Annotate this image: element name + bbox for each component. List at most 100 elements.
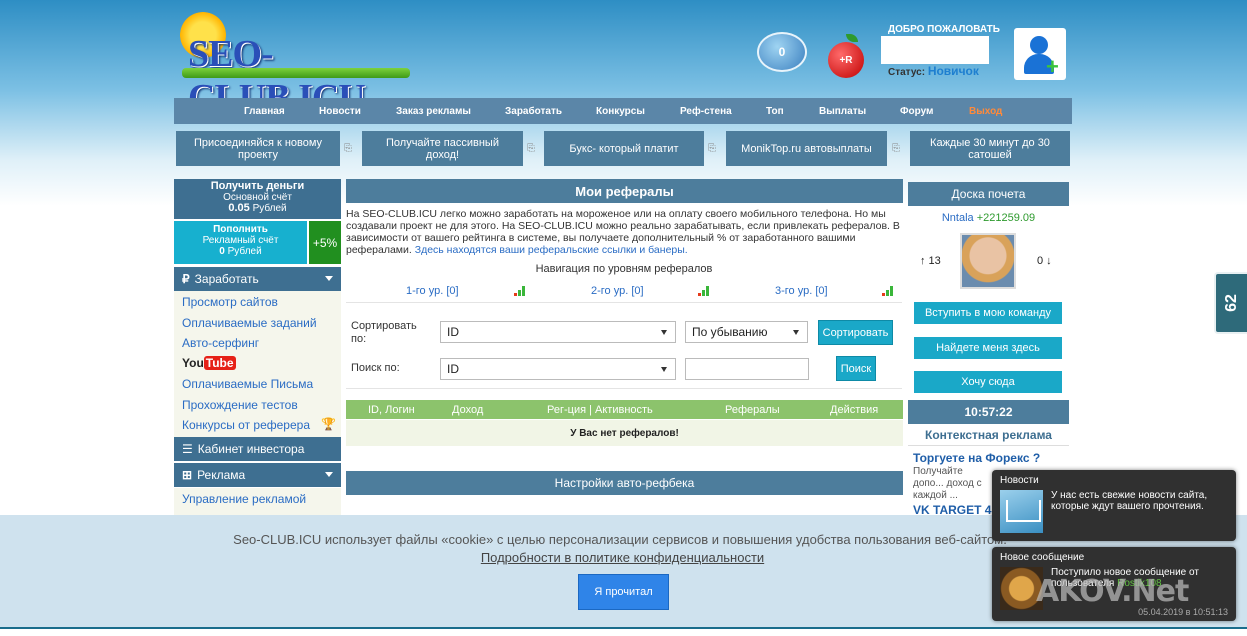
grass-decoration: [182, 68, 410, 78]
nav-news[interactable]: Новости: [319, 106, 361, 117]
news-toast-text: У нас есть свежие новости сайта, которые…: [1051, 490, 1208, 512]
sort-button[interactable]: Сортировать: [818, 320, 893, 345]
search-button[interactable]: Поиск: [836, 356, 876, 381]
ads-section-header[interactable]: ⊞ Реклама: [174, 463, 341, 487]
news-toast[interactable]: Новости У нас есть свежие новости сайта,…: [992, 470, 1236, 541]
watermark: AKOV.Net: [1036, 574, 1189, 609]
link-paid-letters[interactable]: Оплачиваемые Письма: [182, 377, 313, 391]
ad-forex-text: Получайте допо... доход с каждой ...: [913, 466, 982, 501]
promo-3[interactable]: Букс- который платит: [544, 131, 704, 166]
get-money-box[interactable]: Получить деньги Основной счёт 0.05 Рубле…: [174, 179, 341, 219]
leaf-icon: [846, 34, 858, 42]
up-count: ↑ 13: [920, 255, 941, 267]
level-1-bars-icon: [514, 286, 526, 296]
status-label: Статус:: [888, 67, 926, 78]
site-logo[interactable]: SEO-CLUB.ICU: [178, 12, 410, 119]
ad-account-label: Рекламный счёт: [202, 235, 279, 246]
nav-logout[interactable]: Выход: [969, 106, 1002, 117]
col-income: Доход: [452, 404, 484, 416]
user-status: Статус: Новичок: [888, 64, 979, 78]
topup-box[interactable]: Пополнить Рекламный счёт 0 Рублей: [174, 221, 307, 264]
get-money-title: Получить деньги: [210, 180, 305, 192]
side-counter-tab[interactable]: 62: [1214, 272, 1247, 334]
link-icon: ⎘: [344, 143, 352, 154]
main-nav: Главная Новости Заказ рекламы Заработать…: [174, 98, 1072, 124]
leader-line: Nntala +221259.09: [908, 212, 1069, 224]
chevron-down-icon: [793, 330, 799, 335]
ads-section-label: Реклама: [197, 468, 246, 482]
find-me-button[interactable]: Найдете меня здесь: [914, 337, 1062, 359]
nav-payouts[interactable]: Выплаты: [819, 106, 866, 117]
link-icon: ⎘: [708, 143, 716, 154]
main-currency: Рублей: [252, 203, 287, 214]
user-icon: [1030, 36, 1048, 54]
add-user-button[interactable]: +: [1014, 28, 1066, 80]
level-3-link[interactable]: 3-го ур. [0]: [775, 285, 828, 297]
join-team-button[interactable]: Вступить в мою команду: [914, 302, 1062, 324]
envelope-icon: [1000, 490, 1043, 533]
link-youtube[interactable]: You Tube: [182, 356, 236, 370]
leader-avatar[interactable]: [960, 233, 1016, 289]
search-field-value: ID: [447, 362, 459, 376]
leader-name[interactable]: Nntala: [942, 212, 974, 224]
nav-earn[interactable]: Заработать: [505, 106, 562, 117]
want-here-button[interactable]: Хочу сюда: [914, 371, 1062, 393]
nav-top[interactable]: Топ: [766, 106, 784, 117]
plus-square-icon: ⊞: [182, 468, 193, 482]
footer-line: [0, 627, 1247, 636]
nav-forum[interactable]: Форум: [900, 106, 933, 117]
search-input[interactable]: [685, 358, 809, 380]
sort-label: Сортировать по:: [351, 320, 417, 345]
divider: [346, 388, 902, 389]
nav-contests[interactable]: Конкурсы: [596, 106, 645, 117]
earn-section-header[interactable]: ₽ Заработать: [174, 267, 341, 291]
autorefback-header[interactable]: Настройки авто-рефбека: [346, 471, 903, 495]
link-paid-tasks[interactable]: Оплачиваемые заданий: [182, 316, 317, 330]
promo-1[interactable]: Присоединяйся к новому проекту: [176, 131, 340, 166]
investor-section-header[interactable]: ☰ Кабинет инвестора: [174, 437, 341, 461]
link-tests[interactable]: Прохождение тестов: [182, 398, 298, 412]
link-view-sites[interactable]: Просмотр сайтов: [182, 295, 278, 309]
chevron-down-icon: [325, 472, 333, 477]
link-referrer-contests[interactable]: Конкурсы от реферера: [182, 418, 310, 432]
username-box: [881, 36, 989, 64]
nav-home[interactable]: Главная: [244, 106, 285, 117]
topup-title: Пополнить: [213, 224, 268, 235]
main-balance: 0.05: [228, 202, 250, 214]
status-value: Новичок: [927, 64, 979, 78]
col-id-login: ID, Логин: [368, 404, 415, 416]
notification-counter[interactable]: 0: [757, 32, 807, 72]
col-registration: Рег-ция | Активность: [547, 404, 653, 416]
link-manage-ads[interactable]: Управление рекламой: [182, 492, 306, 506]
youtube-you: You: [182, 356, 204, 370]
ad-balance: 0: [219, 246, 225, 257]
news-toast-title: Новости: [1000, 475, 1039, 486]
youtube-tube: Tube: [203, 356, 236, 370]
link-autosurf[interactable]: Авто-серфинг: [182, 336, 259, 350]
sort-field-value: ID: [447, 325, 459, 339]
chevron-down-icon: [661, 330, 667, 335]
sort-order-value: По убыванию: [692, 325, 768, 339]
level-2-bars-icon: [698, 286, 710, 296]
apple-bonus-icon[interactable]: +R: [828, 34, 864, 78]
level-1-link[interactable]: 1-го ур. [0]: [406, 285, 459, 297]
side-counter-value: 62: [1222, 294, 1240, 312]
clock: 10:57:22: [908, 400, 1069, 424]
promo-5[interactable]: Каждые 30 минут до 30 сатошей: [910, 131, 1070, 166]
page-title: Мои рефералы: [346, 179, 903, 203]
welcome-text: ДОБРО ПОЖАЛОВАТЬ: [888, 24, 1000, 35]
promo-4[interactable]: MonikTop.ru автовыплаты: [726, 131, 887, 166]
promo-2[interactable]: Получайте пассивный доход!: [362, 131, 523, 166]
ad-forex-link[interactable]: Торгуете на Форекс ?: [913, 451, 1040, 465]
link-icon: ⎘: [527, 143, 535, 154]
divider: [346, 302, 902, 303]
sort-order-select[interactable]: По убыванию: [685, 321, 808, 343]
nav-ref-wall[interactable]: Реф-стена: [680, 106, 732, 117]
ref-links-link[interactable]: Здесь находятся ваши реферальские ссылки…: [415, 244, 688, 256]
cookie-accept-button[interactable]: Я прочитал: [578, 574, 669, 610]
search-field-select[interactable]: ID: [440, 358, 676, 380]
list-icon: ☰: [182, 442, 193, 456]
sort-field-select[interactable]: ID: [440, 321, 676, 343]
level-2-link[interactable]: 2-го ур. [0]: [591, 285, 644, 297]
nav-order-ads[interactable]: Заказ рекламы: [396, 106, 471, 117]
